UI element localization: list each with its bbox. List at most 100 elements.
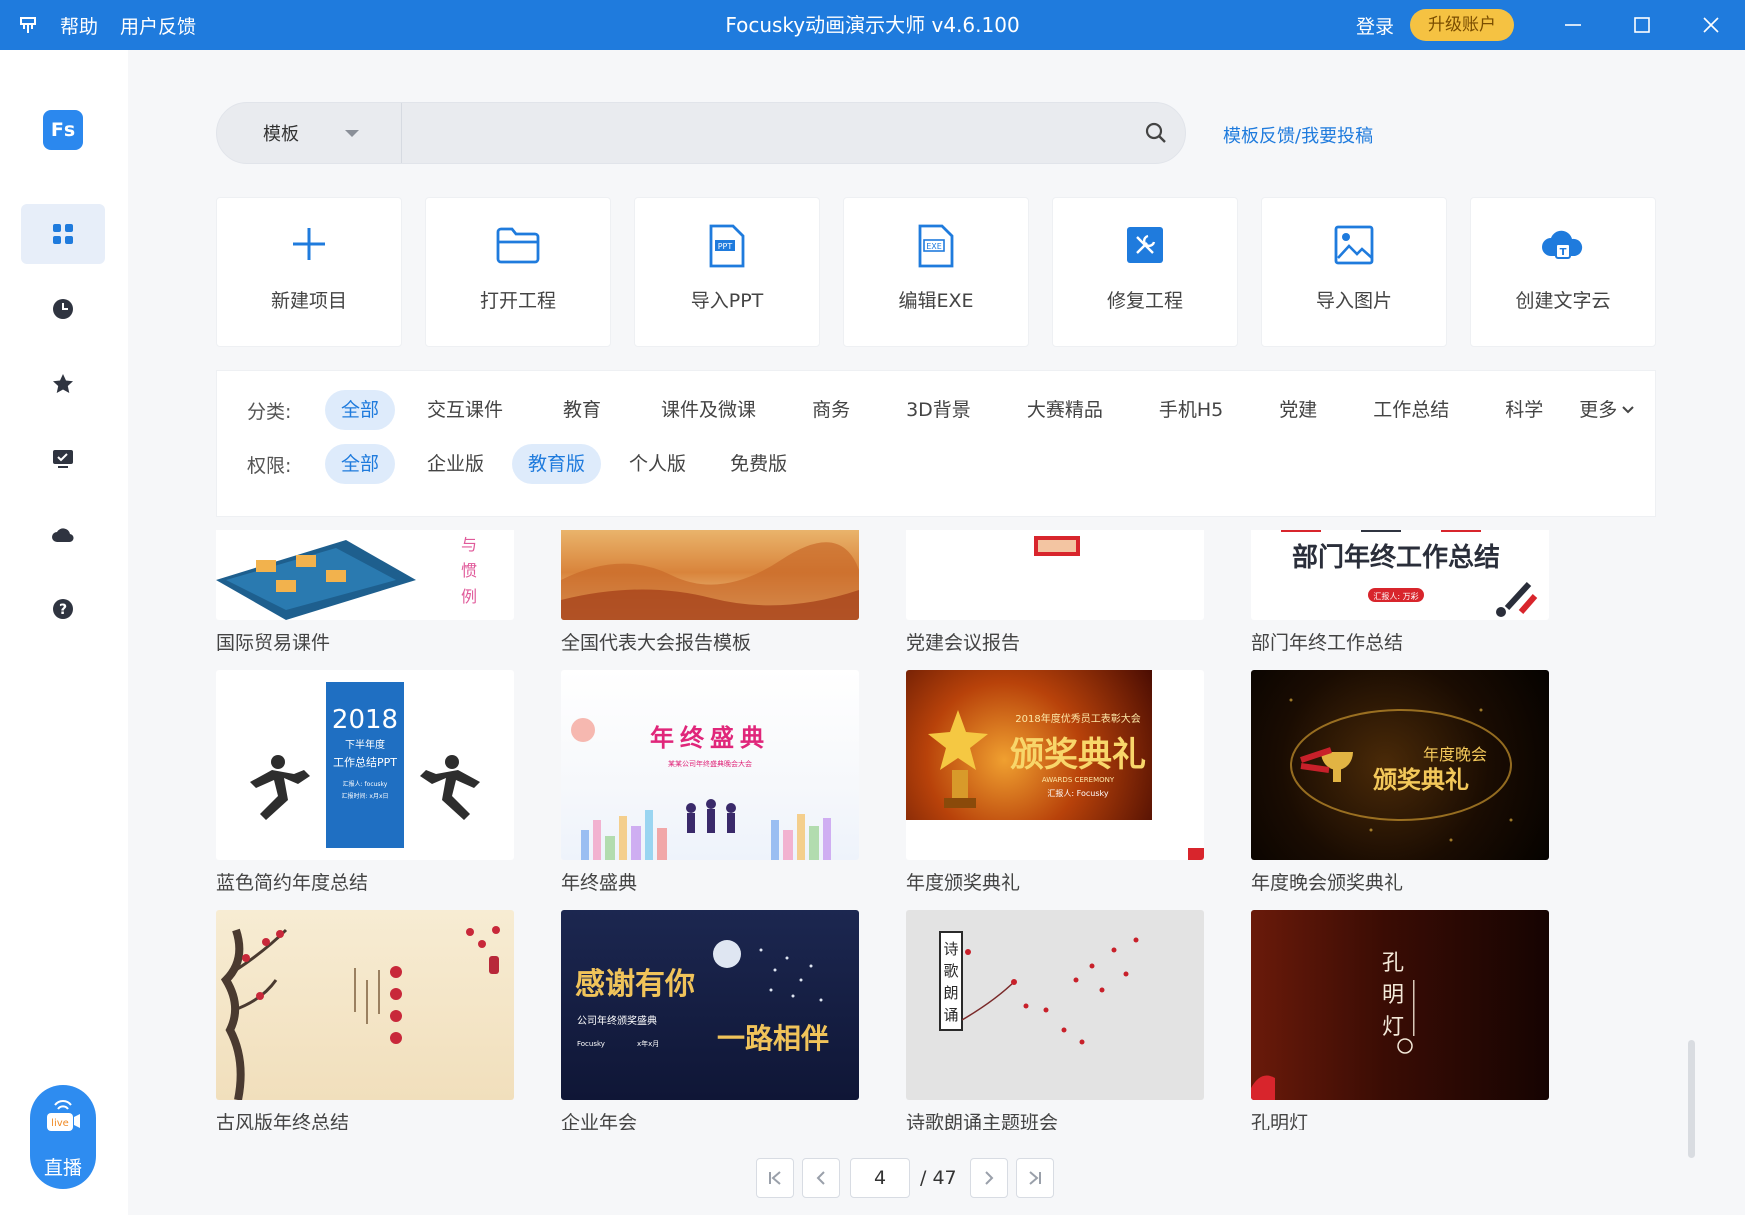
template-thumbnail[interactable]: 与 惯 例	[216, 530, 514, 620]
template-card[interactable]: 党建会议报告	[906, 530, 1204, 655]
pin-icon[interactable]	[18, 15, 38, 35]
new-project-button[interactable]: 新建项目	[216, 197, 402, 347]
user-feedback-menu[interactable]: 用户反馈	[120, 12, 196, 39]
svg-text:灯: 灯	[1382, 1015, 1404, 1040]
maximize-button[interactable]	[1607, 0, 1676, 50]
category-chip[interactable]: 科学	[1489, 390, 1559, 430]
template-thumbnail[interactable]	[216, 910, 514, 1100]
clock-icon	[53, 299, 73, 319]
template-card[interactable]: 孔 明 灯 孔明灯	[1251, 910, 1549, 1130]
template-thumbnail[interactable]: 感谢有你 公司年终颁奖盛典 Focusky x年x月 一路相伴	[561, 910, 859, 1100]
template-thumbnail[interactable]: 诗 歌 朗 诵	[906, 910, 1204, 1100]
minimize-button[interactable]	[1538, 0, 1607, 50]
chevron-down-icon	[1622, 406, 1634, 414]
template-title: 部门年终工作总结	[1251, 632, 1404, 654]
first-page-button[interactable]	[756, 1158, 794, 1198]
sidebar-item-recent[interactable]	[21, 279, 105, 339]
template-title: 古风版年终总结	[216, 1112, 350, 1130]
search-category-value: 模板	[263, 124, 299, 145]
repair-project-button[interactable]: 修复工程	[1052, 197, 1238, 347]
template-card[interactable]: 与 惯 例 国际贸易课件	[216, 530, 514, 655]
template-card[interactable]: 2018年度优秀员工表彰大会 颁奖典礼 AWARDS CEREMONY 汇报人:…	[906, 670, 1204, 895]
template-feedback-link[interactable]: 模板反馈/我要投稿	[1223, 122, 1373, 148]
template-preview: 2018 下半年度 工作总结PPT 汇报人: focusky 汇报时间: x月x…	[250, 682, 480, 848]
template-scrollbar[interactable]	[1688, 1040, 1695, 1158]
template-preview	[1034, 536, 1080, 556]
import-image-button[interactable]: 导入图片	[1261, 197, 1447, 347]
edit-exe-button[interactable]: EXE 编辑EXE	[843, 197, 1029, 347]
template-card[interactable]: 古风版年终总结	[216, 910, 514, 1130]
permission-chip[interactable]: 企业版	[411, 444, 500, 484]
template-preview: 孔 明 灯	[1251, 951, 1415, 1100]
page-total: / 47	[920, 1167, 957, 1189]
template-thumbnail[interactable]: 2018年度优秀员工表彰大会 颁奖典礼 AWARDS CEREMONY 汇报人:…	[906, 670, 1204, 860]
category-chip[interactable]: 课件及微课	[645, 390, 772, 430]
template-card[interactable]: 年度晚会 颁奖典礼 年度晚会颁奖典礼	[1251, 670, 1549, 895]
close-button[interactable]	[1676, 0, 1745, 50]
permission-chip[interactable]: 全部	[325, 444, 396, 484]
sidebar-item-help[interactable]: ?	[21, 579, 105, 639]
category-chip[interactable]: 党建	[1263, 390, 1333, 430]
svg-text:明: 明	[1382, 983, 1404, 1008]
template-thumbnail[interactable]: 部门年终工作总结 汇报人: 万彩	[1251, 530, 1549, 620]
permission-chip[interactable]: 个人版	[613, 444, 702, 484]
template-title: 党建会议报告	[906, 632, 1021, 654]
svg-text:汇报人: 万彩: 汇报人: 万彩	[1373, 591, 1418, 601]
template-card[interactable]: 年终盛典 某某公司年终盛典晚会大会 年终盛典	[561, 670, 859, 895]
sidebar-item-templates[interactable]	[21, 204, 105, 264]
close-icon	[1702, 17, 1719, 33]
category-chip[interactable]: 大赛精品	[1011, 390, 1119, 430]
category-chip[interactable]: 商务	[796, 390, 866, 430]
permission-chip[interactable]: 免费版	[714, 444, 803, 484]
svg-text:诵: 诵	[943, 1006, 958, 1024]
next-page-button[interactable]	[970, 1158, 1008, 1198]
search-input[interactable]	[407, 113, 1087, 153]
page-number-input[interactable]: 4	[850, 1158, 910, 1198]
category-chip[interactable]: 手机H5	[1143, 390, 1239, 430]
sidebar-item-presentations[interactable]	[21, 429, 105, 489]
template-preview: 与 惯 例	[216, 535, 477, 620]
category-chip[interactable]: 交互课件	[411, 390, 519, 430]
template-card[interactable]: 诗 歌 朗 诵 诗歌朗诵主题班会	[906, 910, 1204, 1130]
search-category-dropdown[interactable]: 模板	[217, 103, 402, 163]
search-icon[interactable]	[1145, 122, 1167, 148]
template-thumbnail[interactable]	[906, 530, 1204, 620]
template-preview: 部门年终工作总结 汇报人: 万彩	[1281, 530, 1538, 617]
login-button[interactable]: 登录	[1356, 12, 1394, 39]
import-ppt-button[interactable]: PPT 导入PPT	[634, 197, 820, 347]
template-thumbnail[interactable]: 年度晚会 颁奖典礼	[1251, 670, 1549, 860]
template-thumbnail[interactable]	[561, 530, 859, 620]
svg-text:感谢有你: 感谢有你	[575, 967, 695, 1002]
template-title: 年度晚会颁奖典礼	[1251, 872, 1404, 894]
template-thumbnail[interactable]: 年终盛典 某某公司年终盛典晚会大会	[561, 670, 859, 860]
svg-text:歌: 歌	[943, 962, 958, 980]
first-page-icon	[769, 1171, 781, 1185]
create-word-cloud-button[interactable]: T 创建文字云	[1470, 197, 1656, 347]
open-project-label: 打开工程	[479, 290, 556, 312]
sidebar-item-favorites[interactable]	[21, 354, 105, 414]
category-chip[interactable]: 全部	[325, 390, 396, 430]
category-chip[interactable]: 3D背景	[890, 390, 987, 430]
template-thumbnail[interactable]: 2018 下半年度 工作总结PPT 汇报人: focusky 汇报时间: x月x…	[216, 670, 514, 860]
template-card[interactable]: 全国代表大会报告模板	[561, 530, 859, 655]
previous-page-button[interactable]	[802, 1158, 840, 1198]
template-card[interactable]: 部门年终工作总结 汇报人: 万彩 部门年终工作总结	[1251, 530, 1549, 655]
permission-chip[interactable]: 教育版	[512, 444, 602, 484]
sidebar-item-cloud[interactable]	[21, 504, 105, 564]
ppt-file-icon: PPT	[709, 224, 745, 268]
template-card[interactable]: 感谢有你 公司年终颁奖盛典 Focusky x年x月 一路相伴 企业年会	[561, 910, 859, 1130]
upgrade-account-button[interactable]: 升级账户	[1410, 9, 1514, 41]
help-menu[interactable]: 帮助	[60, 12, 98, 39]
category-chip[interactable]: 教育	[547, 390, 617, 430]
template-thumbnail[interactable]: 孔 明 灯	[1251, 910, 1549, 1100]
live-stream-button[interactable]: live 直播	[30, 1085, 96, 1189]
template-card[interactable]: 2018 下半年度 工作总结PPT 汇报人: focusky 汇报时间: x月x…	[216, 670, 514, 895]
main-content: 模板 模板反馈/我要投稿 新建项目 打开工程 PPT 导入PPT EXE 编辑E…	[128, 50, 1745, 1215]
category-chip[interactable]: 工作总结	[1357, 390, 1465, 430]
open-project-button[interactable]: 打开工程	[425, 197, 611, 347]
more-categories-button[interactable]: 更多	[1563, 390, 1651, 430]
svg-text:Focusky: Focusky	[577, 1040, 605, 1048]
folder-icon	[496, 227, 540, 264]
template-grid: 与 惯 例 国际贸易课件 全国代表大会报告模板 党建会议报告 部门年终工作总结 …	[216, 530, 1636, 1130]
last-page-button[interactable]	[1016, 1158, 1054, 1198]
